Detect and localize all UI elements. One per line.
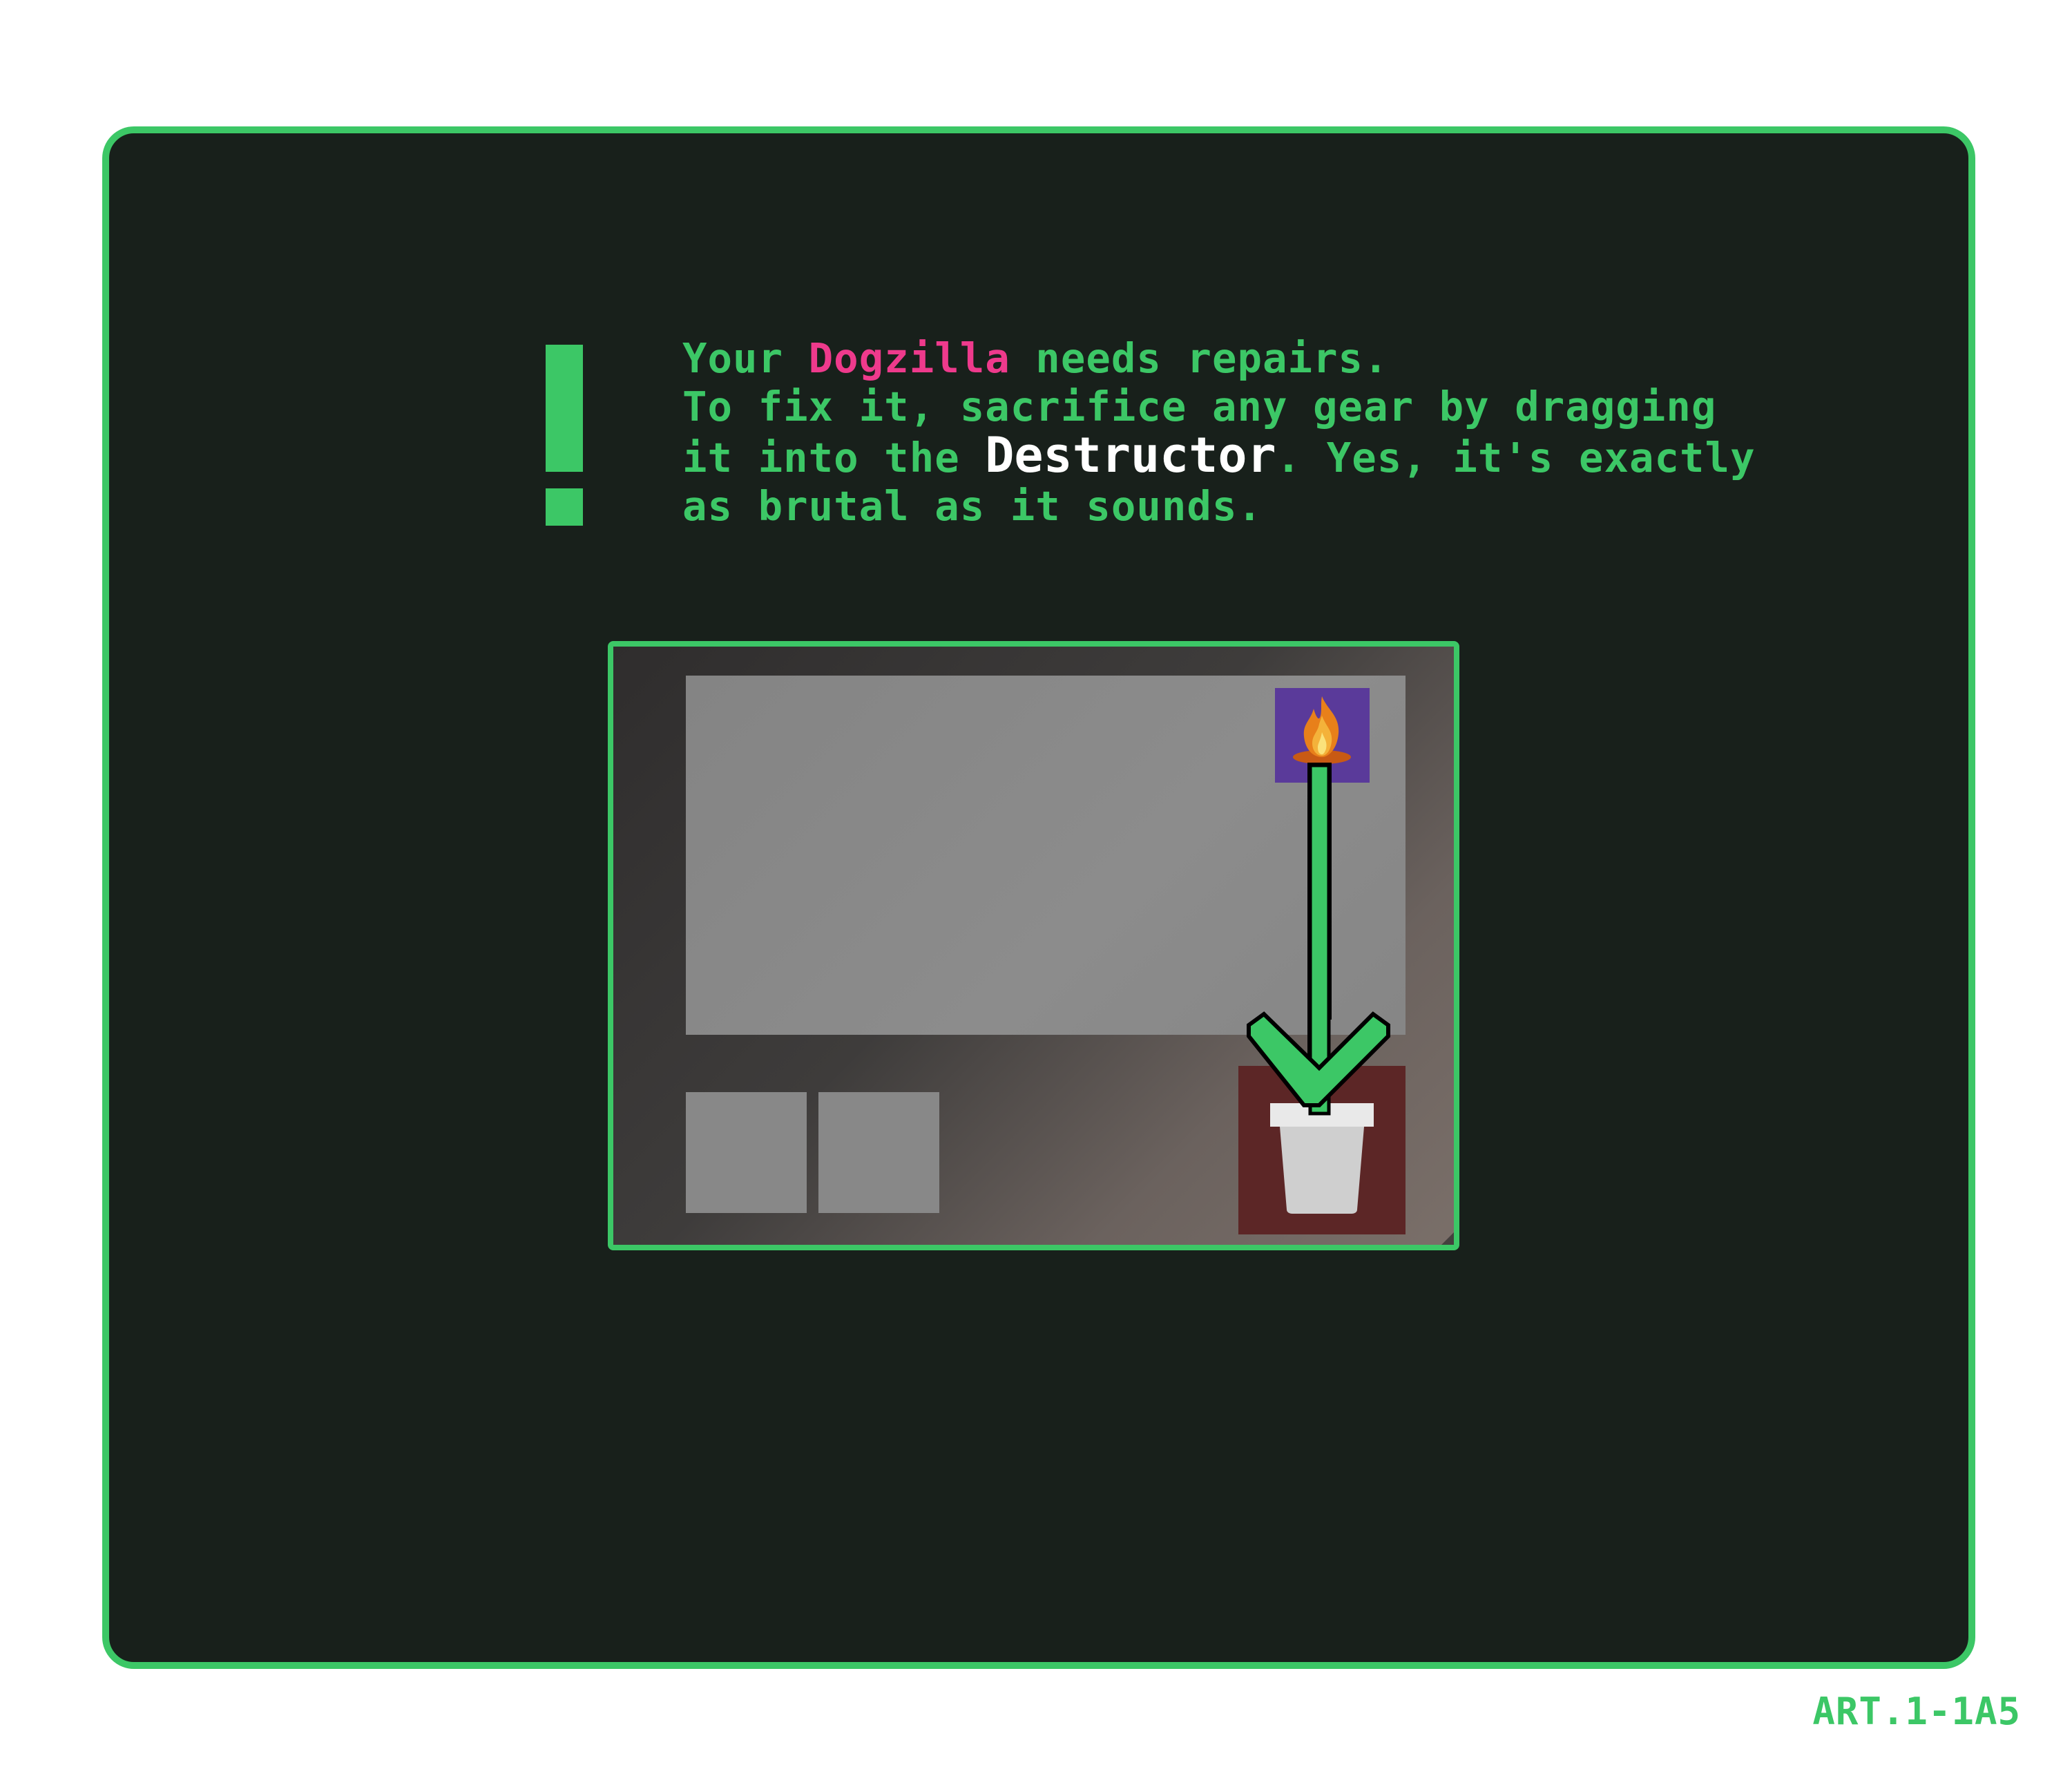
- drag-arrow-down-icon: [1247, 763, 1390, 1116]
- message-line-3: it into the Destructor. Yes, it's exactl…: [682, 427, 1756, 484]
- exclamation-dot: [546, 488, 583, 526]
- message-line-2: To fix it, sacrifice any gear by draggin…: [682, 383, 1717, 430]
- message-line-4: as brutal as it sounds.: [682, 482, 1263, 530]
- tutorial-message: Your Dogzilla needs repairs. To fix it, …: [682, 334, 1756, 531]
- exclamation-icon: [546, 345, 583, 472]
- dogzilla-highlight: Dogzilla: [808, 334, 1010, 382]
- game-scene-illustration: [608, 641, 1459, 1250]
- message-line-1: Your Dogzilla needs repairs.: [682, 334, 1389, 382]
- code-label: ART.1-1A5: [1812, 1690, 2021, 1733]
- destructor-highlight: Destructor: [985, 427, 1276, 484]
- frame-corner: [1441, 1232, 1454, 1245]
